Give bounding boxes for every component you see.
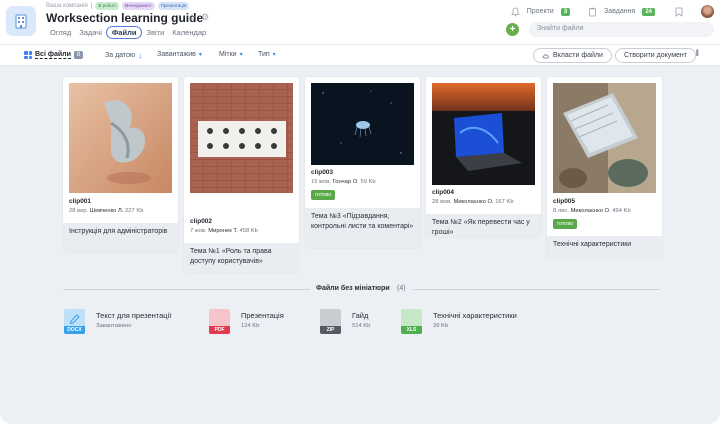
status-badge: готово — [311, 190, 336, 200]
zip-file-icon[interactable]: ZIP — [320, 309, 341, 334]
chevron-down-icon[interactable]: ▾ — [240, 51, 243, 58]
files-count-badge: 8 — [73, 51, 84, 59]
pdf-file-icon[interactable]: PDF — [209, 309, 230, 334]
all-files-label[interactable]: Всі файли — [35, 51, 71, 59]
file-size: 514 Kb — [352, 323, 371, 329]
projects-count-badge: 3 — [560, 7, 571, 16]
breadcrumb: Ваша компанія | В роботі Менеджмент През… — [46, 2, 190, 10]
uploaded-filter[interactable]: Завантажив ▾ — [157, 51, 202, 58]
file-size: 124 Kb — [241, 323, 260, 329]
more-options-icon[interactable]: ••• — [692, 49, 702, 55]
file-meta: 8 лис. Миколаєнко О. 494 Kb — [553, 208, 631, 214]
file-name[interactable]: clip005 — [553, 198, 575, 205]
file-name[interactable]: Презентація — [241, 311, 284, 320]
linked-task[interactable]: Тема №2 «Як перевести час у гроші» — [426, 214, 541, 237]
file-thumbnail[interactable] — [69, 83, 172, 193]
page-title: Worksection learning guide — [46, 11, 204, 25]
bookmark-icon[interactable] — [675, 7, 683, 17]
type-filter[interactable]: Тип ▾ — [258, 51, 276, 58]
file-thumbnail[interactable] — [432, 83, 535, 185]
attach-files-button[interactable]: Вкласти файли — [533, 48, 612, 63]
app-frame: Ваша компанія | В роботі Менеджмент През… — [0, 0, 720, 424]
file-card[interactable]: clip002 7 жов. Миронек Т. 458 Kb Тема №1… — [184, 77, 299, 273]
tab-tasks[interactable]: Задачі — [75, 26, 106, 39]
file-card[interactable]: clip005 8 лис. Миколаєнко О. 494 Kb гото… — [547, 77, 662, 258]
file-card[interactable]: clip004 28 жов. Миколаєнко О. 167 Kb Тем… — [426, 77, 541, 237]
breadcrumb-company[interactable]: Ваша компанія — [46, 3, 88, 9]
chevron-down-icon[interactable]: ▾ — [199, 51, 202, 58]
file-name[interactable]: Текст для презентації — [96, 311, 171, 320]
tasks-link[interactable]: Завдання — [604, 8, 635, 15]
tab-files[interactable]: Файли — [105, 26, 143, 39]
project-logo[interactable] — [6, 6, 36, 36]
avatar[interactable] — [701, 5, 714, 18]
cloud-upload-icon — [542, 53, 549, 58]
file-thumbnail[interactable] — [311, 83, 414, 165]
file-size: 39 Kb — [433, 323, 449, 329]
gear-icon[interactable]: ⚙ — [201, 12, 209, 23]
linked-task[interactable]: Інструкція для адміністраторів — [63, 223, 178, 252]
linked-task[interactable]: Тема №1 «Роль та права доступу користува… — [184, 243, 299, 273]
sort-label[interactable]: За датою — [105, 52, 135, 59]
create-document-button[interactable]: Створити документ — [615, 48, 696, 63]
chevron-down-icon[interactable]: ▾ — [273, 51, 276, 58]
uploaded-label[interactable]: Завантажив — [157, 51, 196, 58]
file-thumbnail[interactable] — [190, 83, 293, 193]
file-name[interactable]: clip001 — [69, 198, 91, 205]
tasks-count-badge: 24 — [642, 7, 655, 16]
clipboard-icon — [589, 7, 596, 16]
file-name[interactable]: Технічні характеристики — [433, 311, 517, 320]
xls-file-icon[interactable]: XLS — [401, 309, 422, 334]
file-card[interactable]: clip001 28 вер. Шевченко Л. 227 Kb Інстр… — [63, 77, 178, 252]
tag-management[interactable]: Менеджмент — [121, 2, 155, 10]
search-input[interactable]: Знайти файли — [529, 22, 714, 37]
tab-overview[interactable]: Огляд — [46, 26, 75, 39]
file-meta: 7 жов. Миронек Т. 458 Kb — [190, 228, 258, 234]
file-meta: 28 жов. Миколаєнко О. 167 Kb — [432, 199, 514, 205]
file-name[interactable]: clip003 — [311, 169, 333, 176]
sort-by-date[interactable]: За датою ↓ — [105, 51, 142, 60]
project-tabs: Огляд Задачі Файли Звіти Календар — [46, 26, 210, 39]
tags-filter[interactable]: Мітки ▾ — [219, 51, 243, 58]
building-icon — [15, 14, 27, 29]
tab-reports[interactable]: Звіти — [142, 26, 168, 39]
file-status: Завантажено — [96, 323, 132, 329]
divider — [413, 289, 660, 290]
tag-in-progress[interactable]: В роботі — [95, 2, 119, 10]
file-meta: 28 вер. Шевченко Л. 227 Kb — [69, 208, 144, 214]
tab-calendar[interactable]: Календар — [168, 26, 210, 39]
linked-task[interactable]: Тема №3 «Підзавдання, контрольні листи т… — [305, 208, 420, 248]
section-title: Файли без мініатюри — [316, 285, 390, 292]
tag-presentation[interactable]: Презентація — [157, 2, 190, 10]
docx-file-icon[interactable]: DOCX — [64, 309, 85, 334]
arrow-down-icon[interactable]: ↓ — [138, 51, 142, 60]
files-toolbar: Всі файли 8 За датою ↓ Завантажив ▾ Мітк… — [0, 44, 720, 66]
header: Ваша компанія | В роботі Менеджмент През… — [0, 0, 720, 44]
file-name[interactable]: clip002 — [190, 218, 212, 225]
tags-label[interactable]: Мітки — [219, 51, 237, 58]
file-card[interactable]: clip003 15 жов. Гончар О. 59 Kb готово Т… — [305, 77, 420, 248]
file-meta: 15 жов. Гончар О. 59 Kb — [311, 179, 376, 185]
star-icon[interactable]: ☆ — [188, 12, 196, 23]
type-label[interactable]: Тип — [258, 51, 270, 58]
file-name[interactable]: clip004 — [432, 189, 454, 196]
divider — [63, 289, 310, 290]
section-count: (4) — [397, 285, 406, 292]
bell-icon[interactable] — [510, 7, 520, 17]
file-thumbnail[interactable] — [553, 83, 656, 193]
grid-view-icon[interactable] — [24, 51, 32, 59]
all-files-filter[interactable]: Всі файли 8 — [24, 51, 84, 59]
projects-link[interactable]: Проекти — [527, 8, 554, 15]
linked-task[interactable]: Технічні характеристики — [547, 236, 662, 258]
status-badge: готово — [553, 219, 578, 229]
file-name[interactable]: Гайд — [352, 311, 368, 320]
add-button[interactable]: + — [506, 23, 519, 36]
